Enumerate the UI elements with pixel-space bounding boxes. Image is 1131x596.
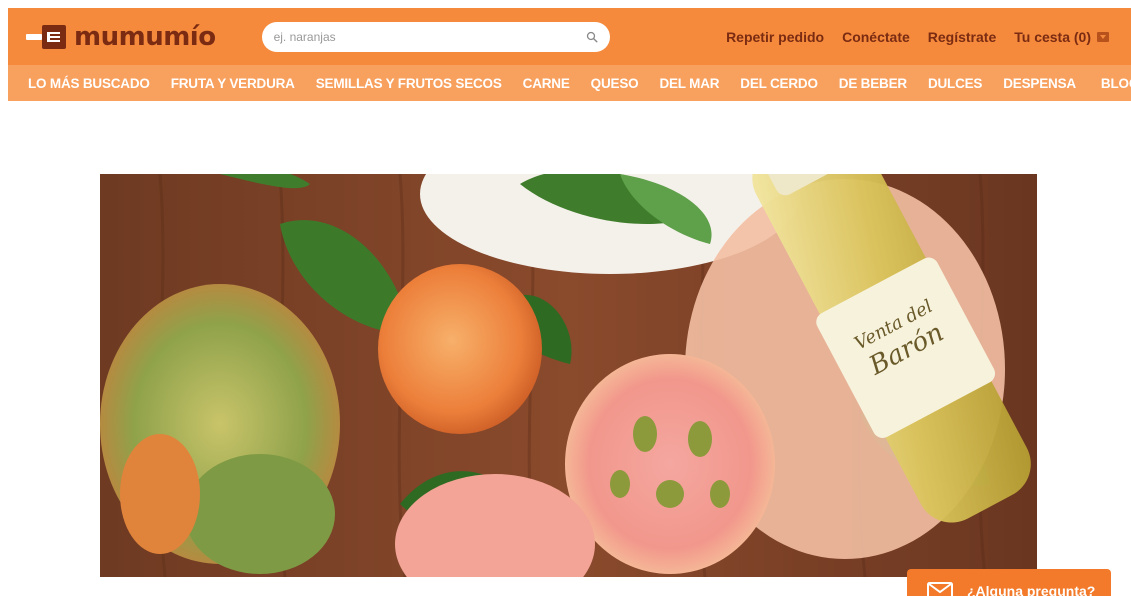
nav-item-fruta-y-verdura[interactable]: FRUTA Y VERDURA (171, 76, 295, 91)
nav-item-blog[interactable]: BLOG (1101, 76, 1131, 91)
nav-item-del-mar[interactable]: DEL MAR (659, 76, 719, 91)
fork-box-icon (26, 24, 66, 49)
search-input[interactable] (273, 29, 586, 44)
logo-link[interactable]: mumumío (26, 8, 216, 65)
caret-down-icon[interactable] (1097, 31, 1109, 42)
logo-text: mumumío (74, 21, 216, 52)
category-nav: LO MÁS BUSCADO FRUTA Y VERDURA SEMILLAS … (8, 65, 1131, 101)
repeat-order-link[interactable]: Repetir pedido (726, 29, 824, 45)
nav-item-carne[interactable]: CARNE (523, 76, 570, 91)
mail-icon (927, 582, 953, 596)
nav-item-queso[interactable]: QUESO (591, 76, 639, 91)
search-icon[interactable] (586, 31, 598, 43)
register-link[interactable]: Regístrate (928, 29, 996, 45)
nav-item-dulces[interactable]: DULCES (928, 76, 983, 91)
search-box[interactable] (261, 21, 610, 52)
top-header: mumumío Repetir pedido Conéctate Regístr… (8, 8, 1131, 65)
help-widget-label: ¿Alguna pregunta? (967, 583, 1096, 596)
help-widget-button[interactable]: ¿Alguna pregunta? (907, 569, 1111, 596)
nav-item-de-beber[interactable]: DE BEBER (839, 76, 907, 91)
nav-item-del-cerdo[interactable]: DEL CERDO (740, 76, 818, 91)
hero-image[interactable]: Venta del Barón (100, 174, 1037, 577)
cart-label: Tu cesta (0) (1014, 28, 1091, 45)
account-links: Repetir pedido Conéctate Regístrate Tu c… (708, 29, 1109, 45)
hero-photo-tomatoes: Venta del Barón (100, 174, 1037, 577)
nav-item-lo-mas-buscado[interactable]: LO MÁS BUSCADO (28, 76, 150, 91)
nav-item-semillas[interactable]: SEMILLAS Y FRUTOS SECOS (316, 76, 502, 91)
cart-link[interactable]: Tu cesta (0) (1014, 29, 1109, 45)
login-link[interactable]: Conéctate (842, 29, 910, 45)
nav-item-despensa[interactable]: DESPENSA (1003, 76, 1076, 91)
